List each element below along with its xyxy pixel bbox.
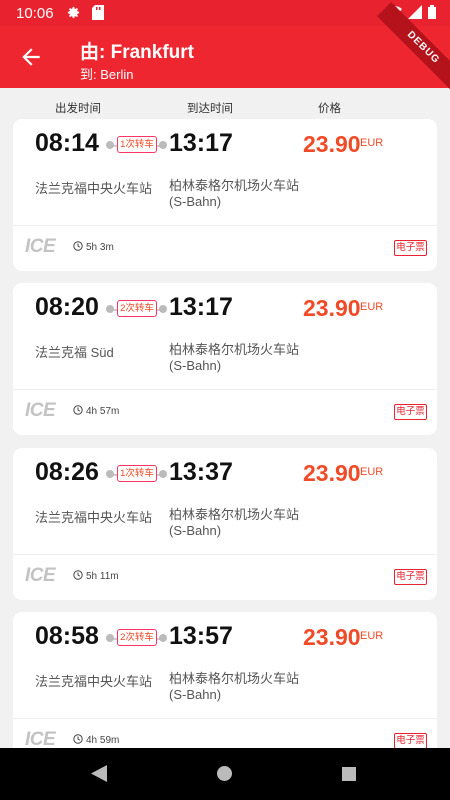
route-start-dot — [106, 141, 114, 149]
sd-card-icon — [92, 5, 104, 20]
departure-time: 08:20 — [35, 293, 99, 321]
departure-station: 法兰克福中央火车站 — [35, 674, 153, 689]
price-value: 23.90 — [303, 131, 361, 157]
route-end-dot — [159, 141, 167, 149]
arrival-time: 13:37 — [169, 458, 233, 486]
e-ticket-badge: 电子票 — [394, 404, 427, 420]
price-value: 23.90 — [303, 624, 361, 650]
nav-back-icon[interactable] — [91, 765, 107, 782]
trip-card[interactable]: 08:20 2次转车 13:17 23.90 EUR 法兰克福 Süd 柏林泰格尔机场火车站… — [13, 283, 437, 435]
trip-card[interactable]: 08:58 2次转车 13:57 23.90 EUR 法兰克福中央火车站 柏林泰格尔机场火车… — [13, 612, 437, 764]
arrival-station: 柏林泰格尔机场火车站 (S-Bahn) — [169, 342, 300, 373]
arrival-station: 柏林泰格尔机场火车站 (S-Bahn) — [169, 178, 300, 209]
clock-icon — [73, 734, 83, 744]
train-type-logo: ICE — [25, 236, 56, 257]
departure-station: 法兰克福中央火车站 — [35, 181, 153, 196]
departure-time: 08:26 — [35, 458, 99, 486]
route-start-dot — [106, 305, 114, 313]
to-subtitle: 到: Berlin — [80, 67, 134, 82]
route-start-dot — [106, 470, 114, 478]
price-value: 23.90 — [303, 460, 361, 486]
transfer-badge: 2次转车 — [117, 629, 157, 646]
transfer-badge: 1次转车 — [117, 465, 157, 482]
e-ticket-badge: 电子票 — [394, 240, 427, 256]
train-type-logo: ICE — [25, 565, 56, 586]
arrival-time: 13:17 — [169, 129, 233, 157]
trip-card[interactable]: 08:26 1次转车 13:37 23.90 EUR 法兰克福中央火车站 柏林泰格尔机场火车… — [13, 448, 437, 600]
departure-station: 法兰克福中央火车站 — [35, 510, 153, 525]
trip-card[interactable]: 08:14 1次转车 13:17 23.90 EUR 法兰克福中央火车站 柏林泰格尔机场火车… — [13, 119, 437, 271]
card-divider — [13, 389, 437, 390]
departure-station: 法兰克福 Süd — [35, 345, 114, 360]
card-divider — [13, 718, 437, 719]
nav-home-icon[interactable] — [217, 766, 232, 781]
route-end-dot — [159, 305, 167, 313]
app-bar: 由: Frankfurt 到: Berlin DEBUG — [0, 2, 450, 94]
arrival-station: 柏林泰格尔机场火车站 (S-Bahn) — [169, 671, 300, 702]
departure-time: 08:58 — [35, 622, 99, 650]
price-header: 价格 — [318, 103, 341, 115]
card-divider — [13, 554, 437, 555]
card-divider — [13, 225, 437, 226]
clock-icon — [73, 570, 83, 580]
duration-text: 5h 11m — [86, 571, 119, 582]
price-currency: EUR — [360, 630, 384, 642]
column-headers: 出发时间 到达时间 价格 — [0, 88, 450, 118]
price-currency: EUR — [360, 466, 384, 478]
transfer-badge: 1次转车 — [117, 136, 157, 153]
route-start-dot — [106, 634, 114, 642]
nav-recents-icon[interactable] — [342, 767, 356, 781]
arrival-station: 柏林泰格尔机场火车站 (S-Bahn) — [169, 507, 300, 538]
signal-icon — [408, 5, 422, 19]
duration-text: 4h 57m — [86, 406, 120, 417]
e-ticket-badge: 电子票 — [394, 733, 427, 749]
departure-time: 08:14 — [35, 129, 99, 157]
departure-header: 出发时间 — [55, 103, 101, 115]
train-type-logo: ICE — [25, 400, 56, 421]
price-currency: EUR — [360, 137, 384, 149]
arrival-time: 13:17 — [169, 293, 233, 321]
duration-text: 5h 3m — [86, 242, 114, 253]
arrival-header: 到达时间 — [187, 103, 233, 115]
e-ticket-badge: 电子票 — [394, 569, 427, 585]
from-title: 由: Frankfurt — [80, 42, 195, 63]
clock-icon — [73, 241, 83, 251]
battery-icon — [428, 5, 436, 19]
route-end-dot — [159, 470, 167, 478]
price-value: 23.90 — [303, 295, 361, 321]
price-currency: EUR — [360, 301, 384, 313]
navigation-bar — [0, 748, 450, 800]
back-arrow-icon[interactable] — [18, 44, 44, 70]
status-time: 10:06 — [16, 5, 54, 22]
arrival-time: 13:57 — [169, 622, 233, 650]
duration-text: 4h 59m — [86, 735, 120, 746]
transfer-badge: 2次转车 — [117, 300, 157, 317]
clock-icon — [73, 405, 83, 415]
route-end-dot — [159, 634, 167, 642]
settings-icon — [67, 6, 80, 19]
